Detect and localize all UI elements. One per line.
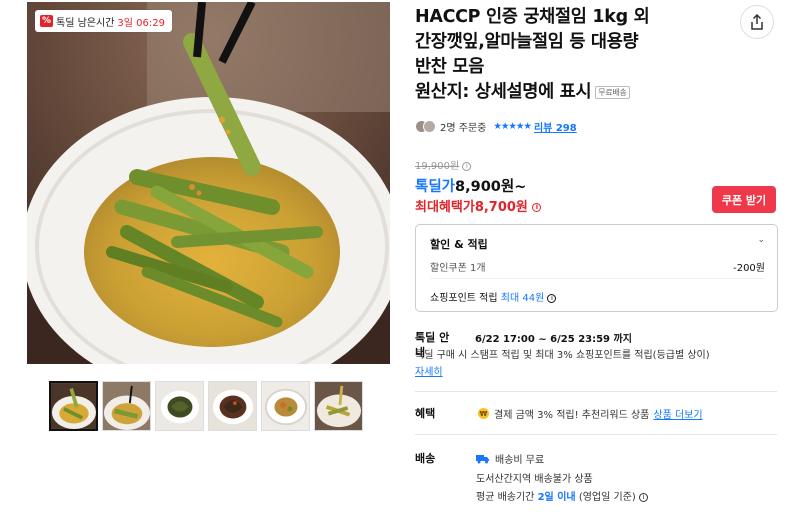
shipping-fee: 배송비 무료 — [495, 455, 545, 466]
buyers-row: 2명 주문중 ★★★★★ 리뷰 298 — [415, 119, 577, 134]
more-products-link[interactable]: 상품 더보기 — [653, 406, 702, 421]
timer-label: 톡딜 남은시간 — [56, 17, 115, 29]
origin-text: 원산지: 상세설명에 표시 — [415, 82, 592, 102]
get-coupon-button[interactable]: 쿠폰 받기 — [712, 186, 776, 213]
coupon-count: 할인쿠폰 1개 — [430, 263, 486, 274]
info-icon[interactable]: i — [638, 492, 648, 502]
details-link[interactable]: 자세히 — [415, 363, 443, 378]
discount-panel-title: 할인 & 적립 — [430, 238, 488, 251]
thumbnail-4[interactable] — [208, 381, 257, 431]
title-line-2: 간장깻잎,알마늘절임 등 대용량 — [415, 32, 639, 52]
average-delivery: 평균 배송기간 2일 이내 (영업일 기준) i — [476, 488, 648, 503]
benefit-label: 혜택 — [415, 407, 436, 420]
thumbnail-strip — [49, 381, 363, 431]
original-price: 19,900원 i — [415, 157, 472, 172]
divider — [415, 391, 777, 392]
thumbnail-5[interactable] — [261, 381, 310, 431]
truck-icon — [476, 454, 489, 463]
deal-description: 톡딜 구매 시 스탬프 적립 및 최대 3% 쇼핑포인트를 적립(등급별 상이) — [415, 350, 710, 361]
share-button[interactable] — [740, 5, 774, 39]
avg-delivery-days: 2일 이내 — [537, 492, 576, 503]
deal-price: 톡딜가8,900원~ — [415, 175, 526, 196]
points-label: 쇼핑포인트 적립 — [430, 293, 498, 304]
title-line-1: HACCP 인증 궁채절임 1kg 외 — [415, 7, 650, 27]
product-title: HACCP 인증 궁채절임 1kg 외 간장깻잎,알마늘절임 등 대용량 반찬 … — [415, 5, 725, 105]
review-link[interactable]: 리뷰 298 — [534, 119, 577, 134]
coupon-discount-value: -200원 — [733, 263, 765, 274]
deal-period: 6/22 17:00 ~ 6/25 23:59 까지 — [475, 334, 632, 345]
discount-points-panel[interactable]: 할인 & 적립 ⌄ 할인쿠폰 1개 -200원 쇼핑포인트 적립 최대 44원 … — [415, 224, 778, 312]
max-price-label: 최대혜택가 — [415, 200, 475, 215]
info-icon[interactable]: i — [547, 293, 557, 303]
rating-stars: ★★★★★ — [493, 121, 532, 132]
divider — [415, 434, 777, 435]
title-line-3: 반찬 모음 — [415, 57, 484, 77]
benefit-text: 결제 금액 3% 적립! 추천리워드 상품 — [494, 410, 650, 421]
coin-icon: ₩ — [478, 408, 489, 419]
buyer-avatars — [415, 120, 436, 133]
points-value: 최대 44원 — [500, 293, 545, 304]
chevron-down-icon[interactable]: ⌄ — [757, 235, 765, 245]
info-icon[interactable]: i — [462, 161, 472, 171]
info-icon[interactable]: i — [532, 203, 542, 212]
shipping-label: 배송 — [415, 452, 436, 465]
buyers-count: 2명 주문중 — [440, 123, 487, 134]
deal-timer-badge: % 톡딜 남은시간 3일 06:29 — [35, 10, 172, 32]
avg-delivery-prefix: 평균 배송기간 — [476, 492, 535, 503]
avatar — [423, 120, 436, 133]
thumbnail-2[interactable] — [102, 381, 151, 431]
max-benefit-price: 최대혜택가8,700원 i — [415, 196, 542, 215]
thumbnail-6[interactable] — [314, 381, 363, 431]
free-shipping-chip: 무료배송 — [595, 85, 630, 99]
shopping-points-row: 쇼핑포인트 적립 최대 44원 i — [430, 289, 557, 304]
deal-price-label: 톡딜가 — [415, 179, 456, 195]
main-product-image: % 톡딜 남은시간 3일 06:29 — [27, 2, 390, 364]
pickled-stem-photo — [27, 2, 390, 364]
divider — [430, 278, 765, 279]
share-icon — [751, 14, 763, 30]
percent-icon: % — [40, 15, 54, 27]
shipping-restriction: 도서산간지역 배송불가 상품 — [476, 474, 593, 485]
thumbnail-1[interactable] — [49, 381, 98, 431]
timer-time: 3일 06:29 — [117, 17, 165, 29]
max-price-value: 8,700원 — [474, 200, 528, 215]
thumbnail-3[interactable] — [155, 381, 204, 431]
avg-delivery-suffix: (영업일 기준) — [578, 492, 636, 503]
original-price-value: 19,900원 — [415, 161, 460, 172]
deal-price-value: 8,900원~ — [455, 179, 527, 195]
